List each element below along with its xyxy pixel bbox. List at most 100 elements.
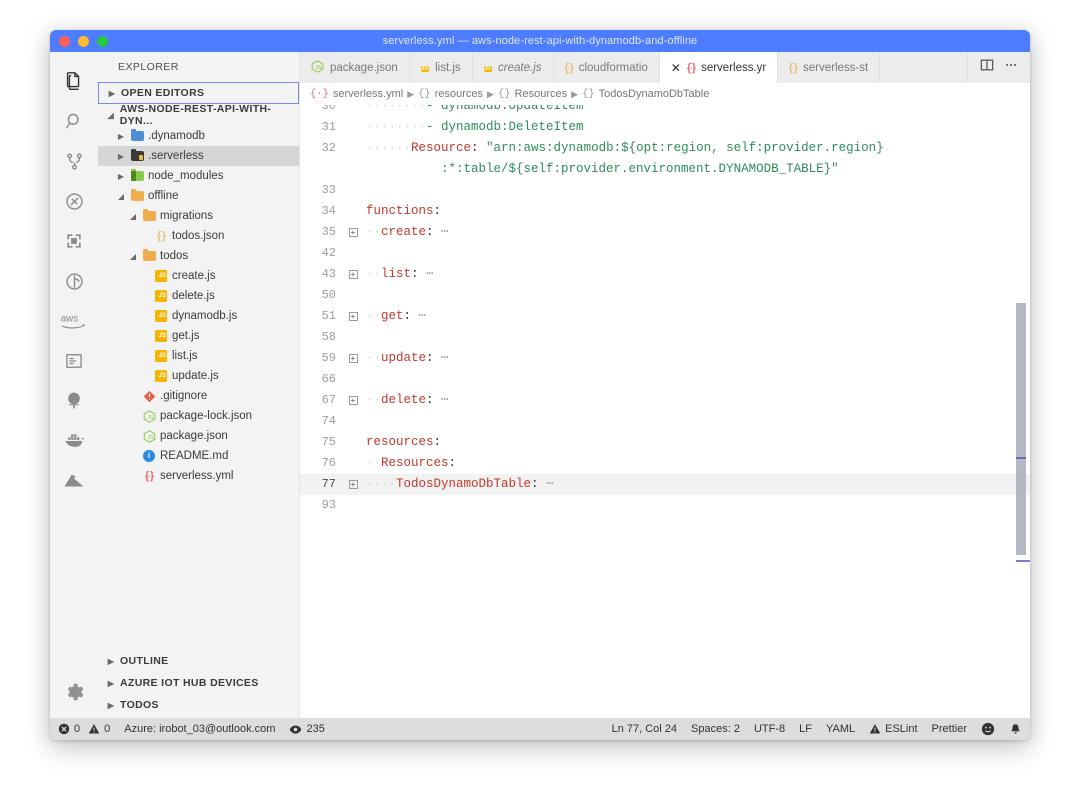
activity-docker[interactable] [50,421,98,461]
status-azure-account[interactable]: Azure: irobot_03@outlook.com [117,718,282,740]
code-line[interactable]: 30 ········- dynamodb:UpdateItem [300,105,1030,117]
tree-item[interactable]: ▶ .dynamodb [98,126,299,146]
tree-item[interactable]: {·} todos.json [98,226,299,246]
tree-item[interactable]: JS delete.js [98,286,299,306]
status-watch-count[interactable]: 235 [282,718,331,740]
more-actions-button[interactable] [1000,57,1022,79]
editor-vertical-scrollbar[interactable] [1016,303,1026,555]
activity-extensions[interactable] [50,221,98,261]
section-open-editors[interactable]: ▶ OPEN EDITORS [98,82,299,104]
markdown-file-icon: i [142,449,156,463]
line-number: 58 [321,330,336,344]
tree-item[interactable]: ◢ todos [98,246,299,266]
tree-item[interactable]: ▶ node_modules [98,166,299,186]
editor-tab[interactable]: ✕ {·} serverless.ym [659,52,778,83]
window-controls[interactable] [50,35,108,47]
status-problems[interactable]: 0 0 [58,718,117,740]
close-window-button[interactable] [59,35,70,47]
close-tab-button[interactable]: ✕ [671,62,681,74]
status-encoding[interactable]: UTF-8 [747,718,792,740]
activity-manage-settings[interactable] [50,672,98,712]
fold-expand-icon[interactable]: + [344,354,362,363]
fold-expand-icon[interactable]: + [344,270,362,279]
code-line[interactable]: 76 ··Resources: [300,453,1030,474]
code-line[interactable]: 74 [300,411,1030,432]
activity-search[interactable] [50,101,98,141]
status-prettier[interactable]: Prettier [925,718,974,740]
tree-item[interactable]: JS create.js [98,266,299,286]
fold-expand-icon[interactable]: + [344,228,362,237]
activity-azure[interactable] [50,461,98,501]
tree-item[interactable]: JS update.js [98,366,299,386]
editor-tab[interactable]: JS create.js [473,52,554,83]
code-line[interactable]: 51 + ··get: ⋯ [300,306,1030,327]
activity-source-control[interactable] [50,141,98,181]
status-notifications[interactable] [1002,718,1022,740]
status-eol[interactable]: LF [792,718,819,740]
tree-item[interactable]: .gitignore [98,386,299,406]
code-line[interactable]: 31 ········- dynamodb:DeleteItem [300,117,1030,138]
code-line[interactable]: 33 [300,180,1030,201]
code-line[interactable]: :*:table/${self:provider.environment.DYN… [300,159,1030,180]
status-indentation[interactable]: Spaces: 2 [684,718,747,740]
minimize-window-button[interactable] [78,35,89,47]
code-line[interactable]: 32 ······Resource: "arn:aws:dynamodb:${op… [300,138,1030,159]
activity-run-debug[interactable] [50,181,98,221]
code-line[interactable]: 77 + ····TodosDynamoDbTable: ⋯ [300,474,1030,495]
activity-explorer[interactable] [50,61,98,101]
code-line[interactable]: 43 + ··list: ⋯ [300,264,1030,285]
section-todos[interactable]: ▶ TODOS [98,694,299,716]
activity-remote-explorer[interactable] [50,341,98,381]
activity-live-share[interactable] [50,261,98,301]
code-token-k: get [381,309,404,323]
editor-tab[interactable]: {·} cloudformatio [554,52,660,83]
tree-item[interactable]: JS get.js [98,326,299,346]
code-line[interactable]: 67 + ··delete: ⋯ [300,390,1030,411]
code-line[interactable]: 50 [300,285,1030,306]
tree-item[interactable]: ◢ migrations [98,206,299,226]
tree-item[interactable]: JS package-lock.json [98,406,299,426]
editor-tab[interactable]: JS package.json [300,52,410,83]
code-token-pn: : [531,477,539,491]
fold-expand-icon[interactable]: + [344,480,362,489]
breadcrumb-item[interactable]: {} resources [418,88,483,100]
code-line[interactable]: 34 functions: [300,201,1030,222]
code-line[interactable]: 75 resources: [300,432,1030,453]
status-language-mode[interactable]: YAML [819,718,862,740]
code-line[interactable]: 59 + ··update: ⋯ [300,348,1030,369]
code-line[interactable]: 93 [300,495,1030,516]
editor-tab[interactable]: {·} serverless-st [778,52,881,83]
status-cursor-position[interactable]: Ln 77, Col 24 [605,718,684,740]
tree-item[interactable]: i README.md [98,446,299,466]
tree-item[interactable]: JS dynamodb.js [98,306,299,326]
code-line[interactable]: 66 [300,369,1030,390]
status-eslint[interactable]: ESLint [862,718,924,740]
tree-item[interactable]: JS list.js [98,346,299,366]
editor-tab[interactable]: JS list.js [410,52,473,83]
tree-item[interactable]: {·} serverless.yml [98,466,299,486]
tree-item[interactable]: JS package.json [98,426,299,446]
folder-icon [142,248,156,263]
code-line[interactable]: 58 [300,327,1030,348]
fold-expand-icon[interactable]: + [344,312,362,321]
activity-azure-iot[interactable] [50,381,98,421]
code-editor[interactable]: 30 ········- dynamodb:UpdateItem 31 ·······… [300,105,1030,718]
activity-aws-toolkit[interactable]: aws [50,301,98,341]
fold-expand-icon[interactable]: + [344,396,362,405]
section-project-root[interactable]: ◢ AWS-NODE-REST-API-WITH-DYN... [98,103,299,127]
status-encoding-label: UTF-8 [753,723,786,735]
breadcrumb-item[interactable]: {} Resources [498,88,567,100]
code-token-k: functions [366,204,434,218]
status-feedback[interactable] [974,718,1002,740]
section-azure-iot-hub-devices[interactable]: ▶ AZURE IOT HUB DEVICES [98,672,299,694]
warning-icon [869,723,881,735]
code-line[interactable]: 42 [300,243,1030,264]
maximize-window-button[interactable] [97,35,108,47]
code-line[interactable]: 35 + ··create: ⋯ [300,222,1030,243]
tree-item[interactable]: ◢ offline [98,186,299,206]
breadcrumb-item[interactable]: {·} serverless.yml [310,88,403,100]
split-editor-button[interactable] [976,57,998,79]
breadcrumb-item[interactable]: {} TodosDynamoDbTable [582,88,709,100]
tree-item[interactable]: ▶ .serverless [98,146,299,166]
section-outline[interactable]: ▶ OUTLINE [98,650,299,672]
